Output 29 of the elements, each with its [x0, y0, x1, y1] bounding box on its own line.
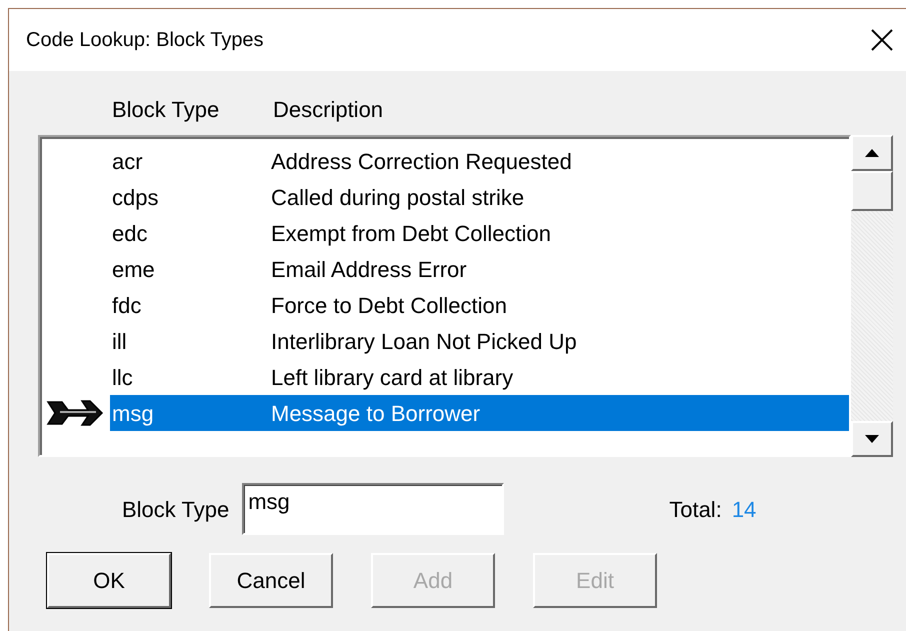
description-cell[interactable]: Force to Debt Collection	[271, 287, 849, 323]
scrollbar[interactable]	[851, 135, 893, 457]
column-header: Block Type	[112, 96, 220, 124]
input-field[interactable]: msg	[242, 483, 504, 535]
dialog-button[interactable]: Cancel	[209, 553, 333, 608]
code-cell[interactable]: llc	[110, 359, 271, 395]
description-cell[interactable]: Exempt from Debt Collection	[271, 215, 849, 251]
description-cell[interactable]: Left library card at library	[271, 359, 849, 395]
code-cell[interactable]: cdps	[110, 179, 271, 215]
code-cell[interactable]: edc	[110, 215, 271, 251]
description-cell[interactable]: Interlibrary Loan Not Picked Up	[271, 323, 849, 359]
total-label: Total:	[669, 496, 722, 524]
window-title: Code Lookup: Block Types	[26, 28, 264, 53]
description-cell[interactable]: Called during postal strike	[271, 179, 849, 215]
code-cell[interactable]: fdc	[110, 287, 271, 323]
code-cell[interactable]: ill	[110, 323, 271, 359]
description-cell[interactable]: Message to Borrower	[271, 395, 849, 431]
total-value: 14	[732, 496, 756, 524]
description-cell[interactable]: Email Address Error	[271, 251, 849, 287]
description-cell[interactable]: Address Correction Requested	[271, 143, 849, 179]
up-arrow-icon[interactable]	[865, 149, 879, 157]
scroll-thumb[interactable]	[851, 171, 893, 211]
down-arrow-icon[interactable]	[865, 435, 879, 443]
column-header: Description	[273, 96, 384, 124]
dialog-button[interactable]: OK	[47, 553, 171, 608]
field-label: Block Type	[122, 496, 230, 524]
code-cell[interactable]: msg	[110, 395, 271, 431]
code-cell[interactable]: eme	[110, 251, 271, 287]
code-cell[interactable]: acr	[110, 143, 271, 179]
